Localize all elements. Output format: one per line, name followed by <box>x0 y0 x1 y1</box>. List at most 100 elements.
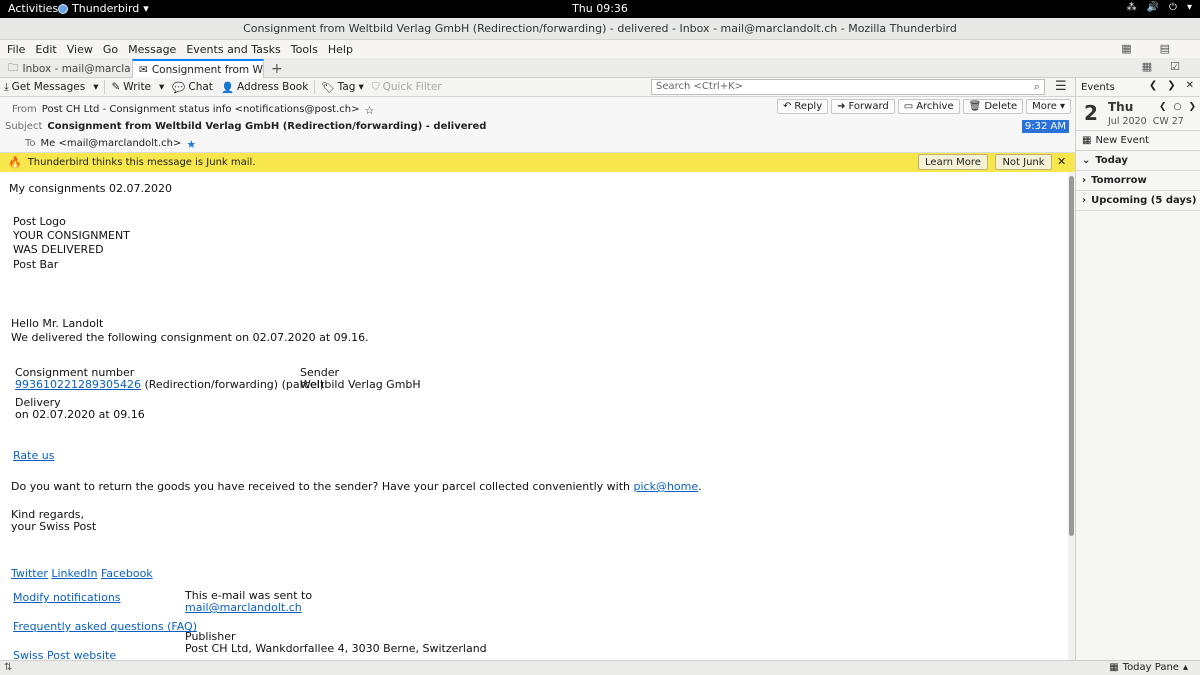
filter-icon: ⛉ <box>371 80 380 93</box>
tasks-tab-icon[interactable]: ▤ <box>1155 42 1175 55</box>
chevron-right-icon: › <box>1082 195 1087 206</box>
menu-view[interactable]: View <box>62 43 98 56</box>
search-icon: ⌕ <box>1033 80 1040 93</box>
pickhome-link[interactable]: pick@home <box>634 480 699 493</box>
close-icon[interactable]: ✕ <box>1057 155 1066 168</box>
linkedin-link[interactable]: LinkedIn <box>51 567 97 580</box>
main-toolbar: ⤓ Get Messages ▾ ✎ Write ▾ 💬 Chat 👤 Addr… <box>0 78 1075 97</box>
weekday: Thu <box>1108 100 1134 114</box>
envelope-icon: ✉ <box>139 63 148 76</box>
menu-go[interactable]: Go <box>98 43 123 56</box>
more-button[interactable]: More ▾ <box>1026 99 1071 114</box>
swiss-post-website-link[interactable]: Swiss Post website <box>13 649 116 660</box>
menu-help[interactable]: Help <box>323 43 358 56</box>
greeting: Hello Mr. Landolt <box>11 317 104 330</box>
chevron-right-icon[interactable]: ❯ <box>1167 80 1175 91</box>
events-header: Events ❮ ❯ ✕ <box>1076 78 1200 97</box>
facebook-link[interactable]: Facebook <box>101 567 153 580</box>
today-dot-icon[interactable]: ○ <box>1174 102 1182 112</box>
chat-button[interactable]: 💬 Chat <box>168 79 217 96</box>
rate-us-link[interactable]: Rate us <box>13 449 54 462</box>
tag-icon: 🏷 <box>321 81 335 94</box>
menu-message[interactable]: Message <box>123 43 181 56</box>
menu-events-and-tasks[interactable]: Events and Tasks <box>181 43 285 56</box>
sender-value: Weltbild Verlag GmbH <box>300 378 421 391</box>
chat-icon: 💬 <box>172 81 186 94</box>
close-icon[interactable]: ✕ <box>1186 80 1194 91</box>
junk-message: Thunderbird thinks this message is Junk … <box>27 157 256 168</box>
forward-button[interactable]: ➜ Forward <box>831 99 895 114</box>
menu-tools[interactable]: Tools <box>286 43 323 56</box>
chevron-left-icon[interactable]: ❮ <box>1149 80 1157 91</box>
tab-message[interactable]: ✉ Consignment from Weltbild Verlag GmbH <box>132 59 264 78</box>
reply-label: Reply <box>794 101 823 112</box>
download-icon: ⤓ <box>4 80 9 93</box>
get-messages-dropdown[interactable]: ▾ <box>89 79 102 96</box>
banner-line-2: WAS DELIVERED <box>13 243 104 256</box>
from-label: From <box>12 104 37 115</box>
tab-inbox-label: Inbox - mail@marclandolt.ch <box>22 62 131 75</box>
chevron-down-icon: ▾ <box>159 81 165 93</box>
today-pane-toggle[interactable]: ▦ Today Pane ▴ <box>1109 662 1188 673</box>
system-tray[interactable]: ⁂ 🔊 ⏻ ▾ <box>1127 2 1192 13</box>
delete-label: Delete <box>984 101 1018 112</box>
tasks-icon[interactable]: ☑ <box>1170 60 1180 73</box>
address-book-icon: 👤 <box>220 81 235 94</box>
star-icon[interactable]: ☆ <box>364 104 374 117</box>
tag-button[interactable]: 🏷 Tag ▾ <box>317 79 367 96</box>
write-button[interactable]: ✎ Write <box>107 79 155 96</box>
calendar-tab-icon[interactable]: ▦ <box>1116 42 1136 55</box>
consignment-number-link[interactable]: 993610221289305426 <box>15 378 141 391</box>
app-menu-icon[interactable]: ☰ <box>1055 79 1067 94</box>
delete-button[interactable]: 🗑 Delete <box>962 99 1024 114</box>
post-logo-alt: Post Logo <box>13 215 66 228</box>
sent-to-email-link[interactable]: mail@marclandolt.ch <box>185 601 302 614</box>
return-text-end: . <box>698 480 702 493</box>
section-today[interactable]: ⌄ Today <box>1076 151 1200 171</box>
message-scrollbar[interactable] <box>1068 172 1075 660</box>
folder-icon: 🗀 <box>8 61 19 74</box>
clock[interactable]: Thu 09:36 <box>0 2 1200 15</box>
chevron-down-icon: ▾ <box>358 81 364 93</box>
pencil-icon: ✎ <box>111 81 121 93</box>
to-value[interactable]: Me <mail@marclandolt.ch> <box>41 138 182 151</box>
calendar-icon[interactable]: ▦ <box>1142 60 1152 73</box>
address-book-label: Address Book <box>237 81 309 93</box>
header-buttons: ↶ Reply ➜ Forward ▭ Archive 🗑 Delete Mor… <box>777 99 1071 114</box>
section-upcoming[interactable]: › Upcoming (5 days) <box>1076 191 1200 211</box>
modify-notifications-link[interactable]: Modify notifications <box>13 591 121 604</box>
learn-more-button[interactable]: Learn More <box>918 154 988 170</box>
menu-file[interactable]: File <box>2 43 30 56</box>
next-day-icon[interactable]: ❯ <box>1188 102 1196 112</box>
reply-button[interactable]: ↶ Reply <box>777 99 829 114</box>
window-title: Consignment from Weltbild Verlag GmbH (R… <box>0 18 1200 40</box>
events-title: Events <box>1081 81 1115 93</box>
chevron-down-icon: ⌄ <box>1082 155 1091 166</box>
menu-edit[interactable]: Edit <box>30 43 61 56</box>
message-time: 9:32 AM <box>1021 120 1069 133</box>
archive-button[interactable]: ▭ Archive <box>897 99 960 114</box>
section-tomorrow[interactable]: › Tomorrow <box>1076 171 1200 191</box>
intro-text: We delivered the following consignment o… <box>11 331 369 344</box>
new-event-button[interactable]: ▦ New Event <box>1076 131 1200 151</box>
from-row: From Post CH Ltd - Consignment status in… <box>12 104 374 117</box>
tab-inbox[interactable]: 🗀 Inbox - mail@marclandolt.ch <box>2 59 130 78</box>
prev-day-icon[interactable]: ❮ <box>1159 102 1167 112</box>
tab-bar: 🗀 Inbox - mail@marclandolt.ch ✉ Consignm… <box>0 58 1200 78</box>
get-messages-button[interactable]: ⤓ Get Messages <box>0 79 89 96</box>
faq-link[interactable]: Frequently asked questions (FAQ) <box>13 620 197 633</box>
address-book-button[interactable]: 👤 Address Book <box>217 79 312 96</box>
twitter-link[interactable]: Twitter <box>11 567 48 580</box>
to-row: To Me <mail@marclandolt.ch> ★ <box>25 138 196 151</box>
new-tab-button[interactable]: + <box>268 59 286 78</box>
not-junk-button[interactable]: Not Junk <box>995 154 1052 170</box>
write-dropdown[interactable]: ▾ <box>155 79 168 96</box>
search-input[interactable]: Search <Ctrl+K> ⌕ <box>651 79 1045 95</box>
from-value[interactable]: Post CH Ltd - Consignment status info <n… <box>42 104 360 117</box>
contact-star-icon[interactable]: ★ <box>186 138 196 151</box>
forward-icon: ➜ <box>837 101 846 112</box>
quick-filter-button[interactable]: ⛉ Quick Filter <box>368 79 446 96</box>
scrollbar-thumb[interactable] <box>1069 176 1074 536</box>
online-status-icon[interactable]: ⇅ <box>4 662 12 673</box>
reply-icon: ↶ <box>783 101 792 112</box>
